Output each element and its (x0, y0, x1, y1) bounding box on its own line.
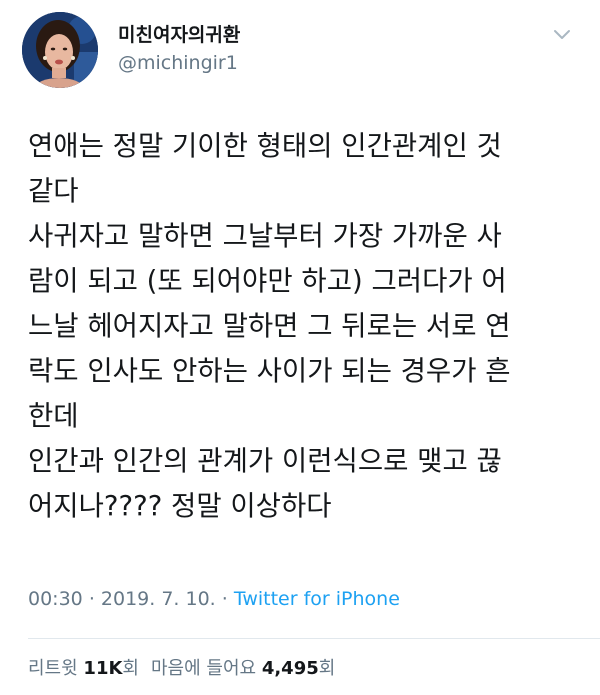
user-handle[interactable]: @michingir1 (118, 52, 238, 74)
retweets-label: 리트윗 (28, 658, 78, 679)
tweet-text: 연애는 정말 기이한 형태의 인간관계인 것 같다 사귀자고 말하면 그날부터 … (28, 124, 584, 529)
likes-suffix: 회 (318, 658, 336, 679)
likes-count: 4,495 (261, 658, 319, 679)
tweet-line: 같다 (28, 175, 79, 207)
tweet-date[interactable]: 2019. 7. 10. (101, 588, 216, 610)
meta-separator: · (88, 588, 95, 610)
likes-label: 마음에 들어요 (150, 658, 257, 679)
avatar-image (22, 12, 98, 88)
retweets-count: 11K (83, 658, 123, 679)
tweet-card: 미친여자의귀환 @michingir1 연애는 정말 기이한 형태의 인간관계인… (0, 0, 600, 695)
tweet-stats: 리트윗 11K회 마음에 들어요 4,495회 (28, 654, 335, 680)
tweet-line: 어지나???? 정말 이상하다 (28, 490, 332, 522)
meta-separator: · (221, 588, 228, 610)
tweet-line: 락도 인사도 안하는 사이가 되는 경우가 흔 (28, 355, 511, 387)
tweet-line: 사귀자고 말하면 그날부터 가장 가까운 사 (28, 220, 502, 252)
display-name[interactable]: 미친여자의귀환 (118, 20, 240, 47)
tweet-source-link[interactable]: Twitter for iPhone (234, 588, 400, 610)
retweets-stat[interactable]: 리트윗 11K회 (28, 658, 139, 679)
tweet-line: 느날 헤어지자고 말하면 그 뒤로는 서로 연 (28, 310, 511, 342)
tweet-line: 한데 (28, 400, 79, 432)
likes-stat[interactable]: 마음에 들어요 4,495회 (151, 658, 335, 679)
retweets-suffix: 회 (122, 658, 139, 679)
tweet-meta: 00:30 · 2019. 7. 10. · Twitter for iPhon… (28, 588, 400, 610)
tweet-line: 람이 되고 (또 되어야만 하고) 그러다가 어 (28, 265, 507, 297)
chevron-down-icon[interactable] (552, 28, 572, 42)
divider (28, 638, 600, 639)
tweet-time[interactable]: 00:30 (28, 588, 83, 610)
tweet-line: 인간과 인간의 관계가 이런식으로 맺고 끊 (28, 445, 502, 477)
avatar[interactable] (22, 12, 98, 88)
tweet-line: 연애는 정말 기이한 형태의 인간관계인 것 (28, 130, 502, 162)
